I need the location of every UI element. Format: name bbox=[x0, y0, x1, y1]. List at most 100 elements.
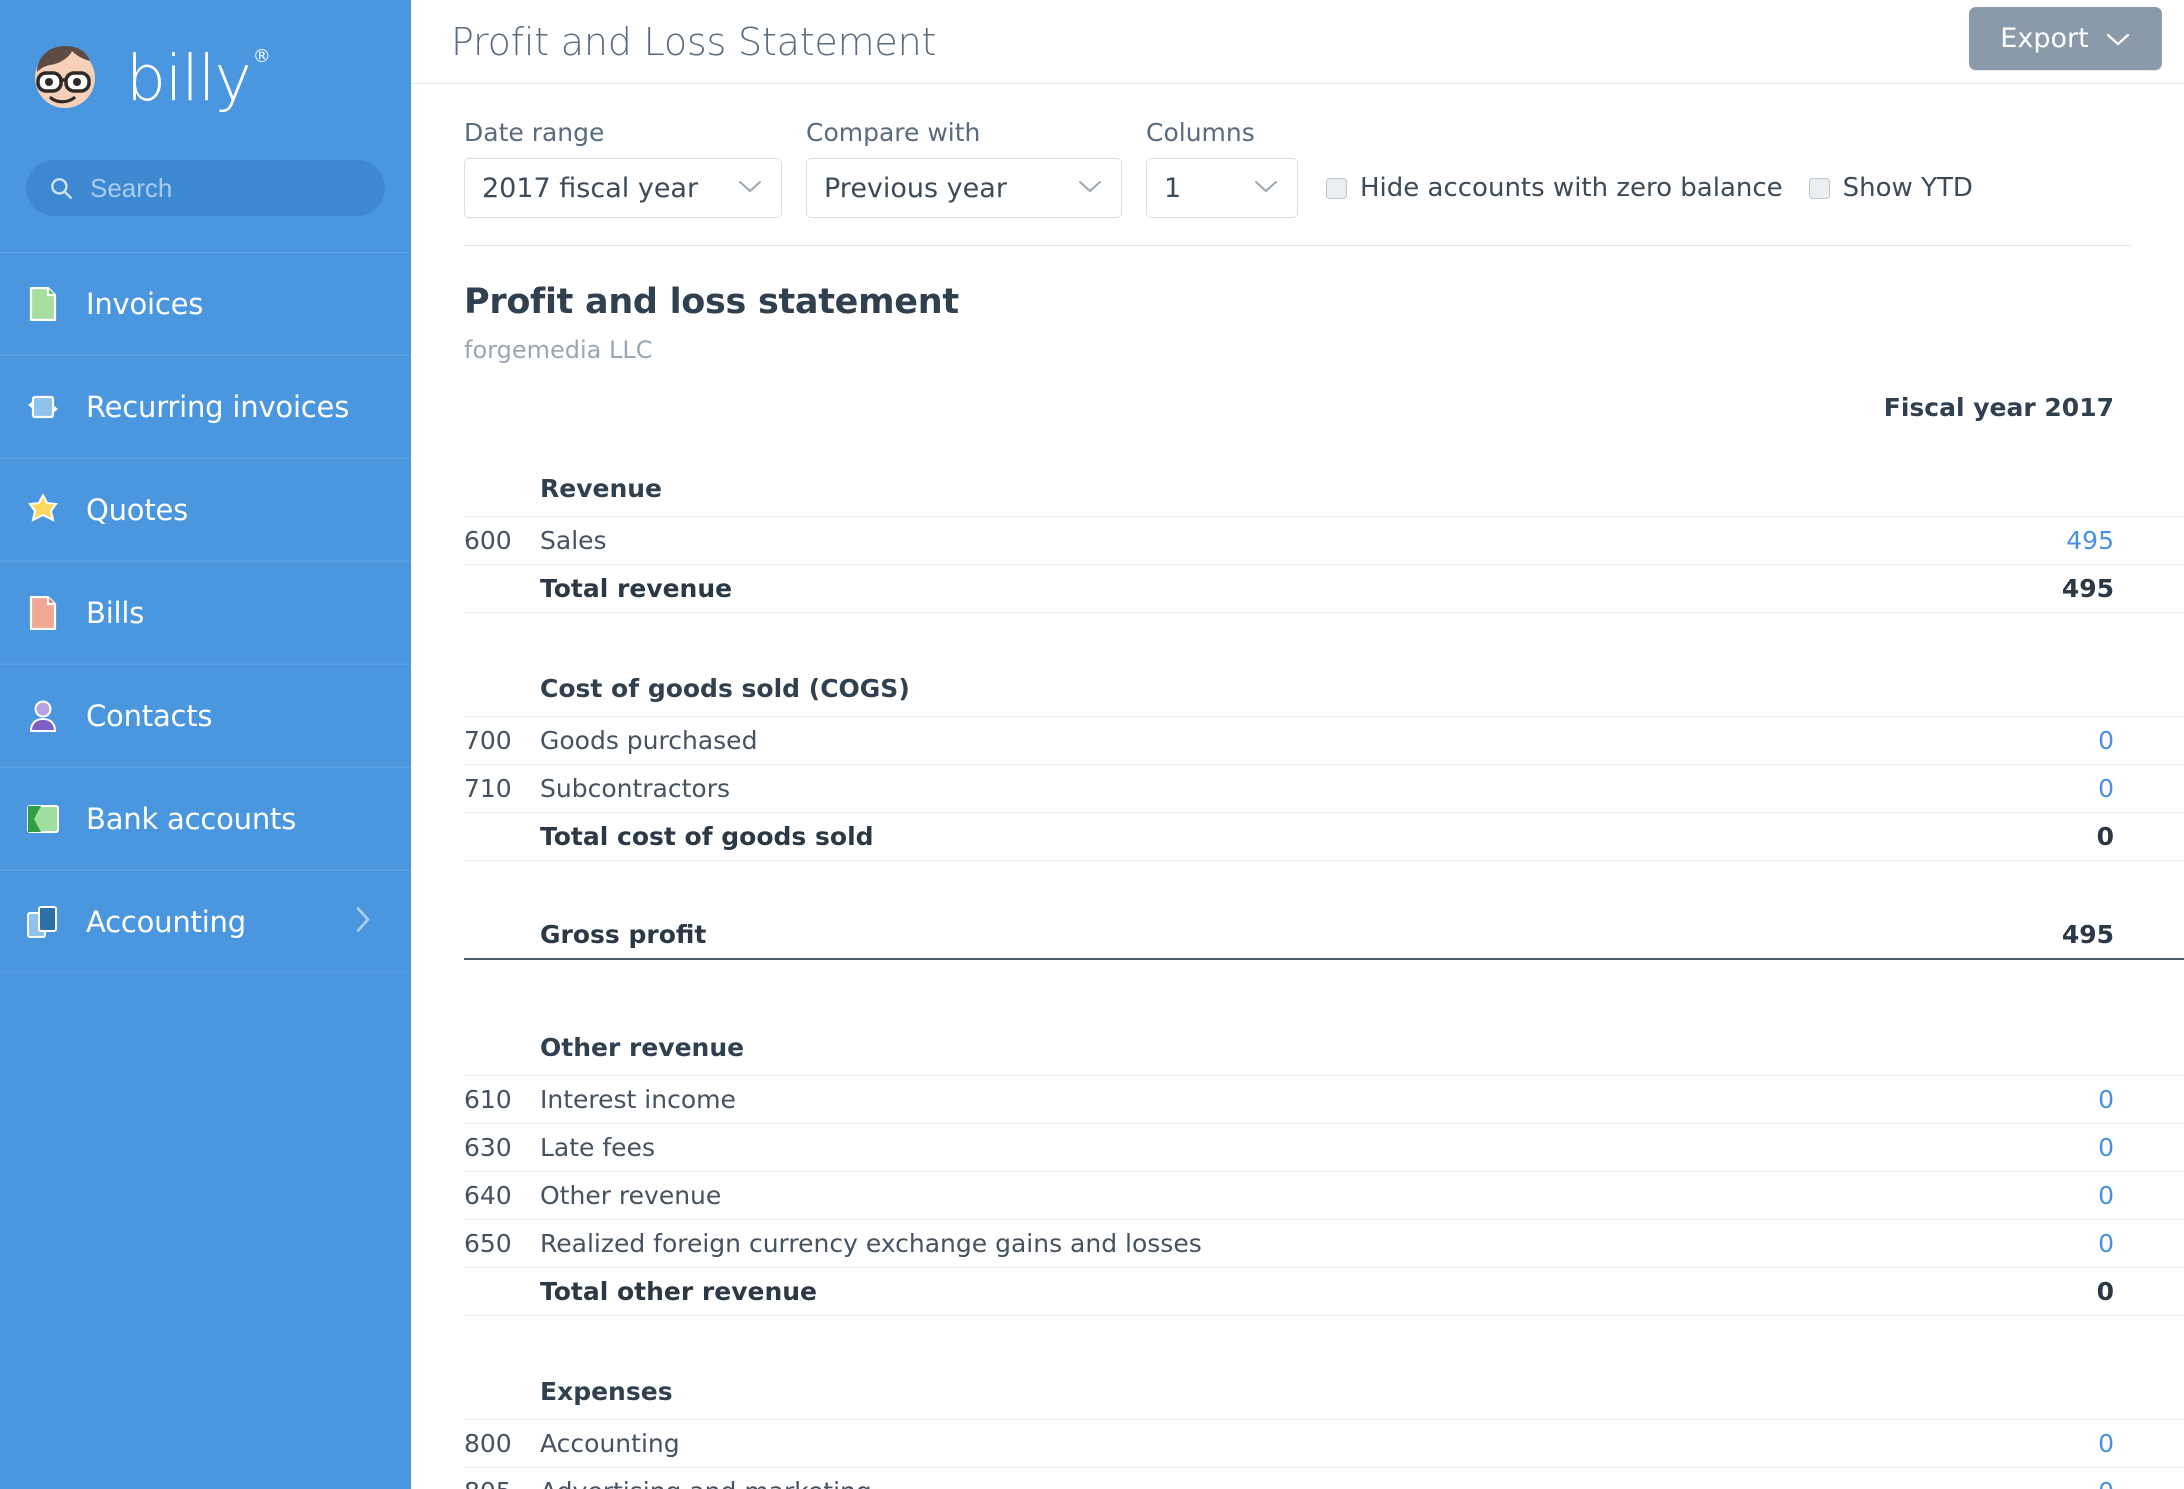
app-root: billy® Invoices Recurring invoi bbox=[0, 0, 2184, 1489]
account-value-1[interactable]: 0 bbox=[1606, 1171, 2114, 1220]
table-row: 710Subcontractors00 bbox=[464, 764, 2184, 813]
account-value-2[interactable]: 0 bbox=[2114, 1467, 2184, 1489]
date-range-field: Date range 2017 fiscal year bbox=[464, 118, 782, 218]
page-title: Profit and Loss Statement bbox=[451, 19, 937, 64]
report-company: forgemedia LLC bbox=[464, 336, 653, 364]
account-value-2[interactable]: 0 bbox=[2114, 516, 2184, 565]
spacer-cell bbox=[1606, 860, 2114, 911]
sidebar-item-bills[interactable]: Bills bbox=[0, 561, 411, 664]
checkbox-box[interactable] bbox=[1326, 177, 1347, 199]
spacer-cell bbox=[521, 1316, 1606, 1354]
account-value-1[interactable]: 0 bbox=[1606, 764, 2114, 813]
account-value-1[interactable]: 0 bbox=[1606, 1123, 2114, 1172]
account-value-1[interactable]: 0 bbox=[1606, 1075, 2114, 1124]
chevron-down-icon bbox=[737, 178, 763, 199]
person-purple-icon bbox=[27, 699, 59, 733]
spacer-cell bbox=[2114, 860, 2184, 911]
spacer-cell bbox=[521, 959, 1606, 1010]
billy-avatar-icon bbox=[26, 36, 104, 114]
row-spacer bbox=[464, 860, 2184, 911]
chevron-down-icon bbox=[1253, 178, 1279, 199]
account-value-2[interactable]: 0 bbox=[2114, 764, 2184, 813]
show-ytd-label: Show YTD bbox=[1842, 173, 1973, 203]
account-value-1[interactable]: 0 bbox=[1606, 1467, 2114, 1489]
spacer-cell bbox=[1606, 613, 2114, 651]
bank-card-green-icon bbox=[27, 802, 59, 836]
search-input[interactable] bbox=[90, 172, 363, 204]
section-heading-label: Revenue bbox=[521, 451, 1606, 517]
spacer-cell bbox=[464, 959, 521, 1010]
sidebar-item-accounting[interactable]: Accounting bbox=[0, 870, 411, 973]
section-value-1 bbox=[1606, 650, 2114, 717]
account-code: 700 bbox=[464, 716, 521, 765]
checkbox-box[interactable] bbox=[1808, 177, 1830, 199]
sidebar-item-contacts[interactable]: Contacts bbox=[0, 664, 411, 767]
grand-total-label: Gross profit bbox=[521, 911, 1606, 960]
total-value-2: 0 bbox=[2114, 812, 2184, 861]
table-head: Fiscal year 2017 Fiscal year 2016 bbox=[464, 393, 2184, 451]
columns-select[interactable]: 1 bbox=[1146, 158, 1298, 218]
grand-code-cell bbox=[464, 911, 521, 960]
show-ytd-checkbox[interactable]: Show YTD bbox=[1808, 173, 1973, 203]
spacer-cell bbox=[1606, 959, 2114, 1010]
column-header-2: Fiscal year 2016 bbox=[2114, 393, 2184, 451]
main-content: Profit and Loss Statement Export Date ra… bbox=[411, 0, 2184, 1489]
search-box[interactable] bbox=[26, 160, 385, 216]
account-name: Sales bbox=[521, 516, 1606, 565]
filter-checkboxes: Hide accounts with zero balance Show YTD bbox=[1326, 173, 1999, 218]
account-name: Accounting bbox=[521, 1419, 1606, 1468]
star-yellow-icon bbox=[27, 493, 59, 527]
account-value-1[interactable]: 495 bbox=[1606, 516, 2114, 565]
compare-with-value: Previous year bbox=[824, 172, 1007, 204]
report-title: Profit and loss statement bbox=[464, 282, 959, 322]
date-range-value: 2017 fiscal year bbox=[482, 172, 699, 204]
account-code: 610 bbox=[464, 1075, 521, 1124]
account-value-2[interactable]: 0 bbox=[2114, 716, 2184, 765]
total-code-cell bbox=[464, 812, 521, 861]
sidebar-item-invoices[interactable]: Invoices bbox=[0, 252, 411, 355]
spacer-cell bbox=[2114, 613, 2184, 651]
total-label: Total revenue bbox=[521, 564, 1606, 613]
account-value-2[interactable]: 0 bbox=[2114, 1075, 2184, 1124]
sidebar-item-bank-accounts[interactable]: Bank accounts bbox=[0, 767, 411, 870]
account-value-2[interactable]: 0 bbox=[2114, 1219, 2184, 1268]
brand-text: billy bbox=[126, 41, 252, 115]
account-code: 800 bbox=[464, 1419, 521, 1468]
sidebar-nav: Invoices Recurring invoices Quotes Bills bbox=[0, 252, 411, 973]
total-value-1: 0 bbox=[1606, 812, 2114, 861]
sidebar-item-quotes[interactable]: Quotes bbox=[0, 458, 411, 561]
date-range-select[interactable]: 2017 fiscal year bbox=[464, 158, 782, 218]
section-value-1 bbox=[1606, 1353, 2114, 1420]
copy-blue-icon bbox=[27, 905, 59, 939]
spacer-cell bbox=[464, 613, 521, 651]
date-range-label: Date range bbox=[464, 118, 605, 147]
sidebar-item-label: Recurring invoices bbox=[86, 389, 350, 424]
spacer-cell bbox=[464, 860, 521, 911]
sidebar-item-recurring-invoices[interactable]: Recurring invoices bbox=[0, 355, 411, 458]
total-label: Total cost of goods sold bbox=[521, 812, 1606, 861]
account-value-1[interactable]: 0 bbox=[1606, 1219, 2114, 1268]
section-heading-label: Other revenue bbox=[521, 1010, 1606, 1076]
account-code: 600 bbox=[464, 516, 521, 565]
account-value-1[interactable]: 0 bbox=[1606, 1419, 2114, 1468]
table-row: 650 Realized foreign currency exchange ga… bbox=[464, 1219, 2184, 1268]
account-value-1[interactable]: 0 bbox=[1606, 716, 2114, 765]
total-label: Total other revenue bbox=[521, 1267, 1606, 1316]
hide-zero-balance-checkbox[interactable]: Hide accounts with zero balance bbox=[1326, 173, 1783, 203]
account-value-2[interactable]: 0 bbox=[2114, 1123, 2184, 1172]
search-icon bbox=[48, 175, 76, 201]
table-row: 640Other revenue00 bbox=[464, 1171, 2184, 1220]
hide-zero-balance-label: Hide accounts with zero balance bbox=[1360, 173, 1783, 203]
compare-with-select[interactable]: Previous year bbox=[806, 158, 1122, 218]
account-code: 710 bbox=[464, 764, 521, 813]
section-value-2 bbox=[2114, 650, 2184, 717]
compare-with-field: Compare with Previous year bbox=[806, 118, 1122, 218]
report-body: Profit and loss statement forgemedia LLC… bbox=[411, 246, 2184, 1489]
export-button[interactable]: Export bbox=[1969, 7, 2162, 70]
account-value-2[interactable]: 0 bbox=[2114, 1419, 2184, 1468]
spacer-cell bbox=[2114, 1316, 2184, 1354]
section-value-2 bbox=[2114, 451, 2184, 517]
account-code: 805 bbox=[464, 1467, 521, 1489]
grand-total-value-1: 495 bbox=[1606, 911, 2114, 960]
account-value-2[interactable]: 0 bbox=[2114, 1171, 2184, 1220]
